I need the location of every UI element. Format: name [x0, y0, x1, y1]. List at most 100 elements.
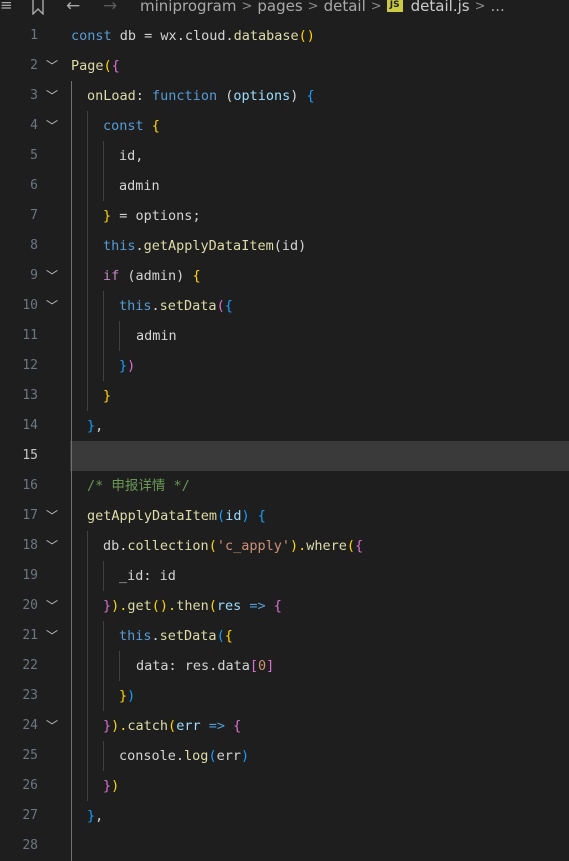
chevron-down-icon[interactable]: ﹀: [45, 299, 59, 313]
chevron-down-icon[interactable]: ﹀: [45, 59, 59, 73]
indent-guide: [87, 531, 88, 561]
indent-guide: [71, 351, 72, 381]
indent-guide: [103, 351, 104, 381]
code-line[interactable]: 25 console.log(err): [0, 741, 569, 771]
code-text: admin: [119, 178, 160, 194]
code-line[interactable]: 23 }): [0, 681, 569, 711]
indent-guide: [71, 591, 72, 621]
indent-guide: [71, 531, 72, 561]
code-line[interactable]: 14 },: [0, 411, 569, 441]
chevron-down-icon[interactable]: ﹀: [45, 599, 59, 613]
code-line[interactable]: 28: [0, 831, 569, 861]
code-text: }).catch(err => {: [103, 718, 242, 734]
indent-guide: [119, 651, 120, 681]
code-line[interactable]: 9 ﹀ if (admin) {: [0, 261, 569, 291]
line-number: 26: [22, 778, 38, 793]
code-line[interactable]: 11 admin: [0, 321, 569, 351]
chevron-down-icon[interactable]: ﹀: [45, 269, 59, 283]
code-line[interactable]: 2 ﹀ Page({: [0, 51, 569, 81]
code-text: db.collection('c_apply').where({: [103, 538, 364, 554]
indent-guide: [87, 321, 88, 351]
indent-guide: [71, 201, 72, 231]
indent-guide: [87, 561, 88, 591]
hamburger-icon[interactable]: ≡: [0, 0, 13, 14]
breadcrumb-more[interactable]: ...: [490, 0, 504, 15]
indent-guide: [103, 561, 104, 591]
code-line[interactable]: 17 ﹀ getApplyDataItem(id) {: [0, 501, 569, 531]
code-line[interactable]: 4 ﹀ const {: [0, 111, 569, 141]
code-line[interactable]: 7 } = options;: [0, 201, 569, 231]
chevron-down-icon[interactable]: ﹀: [45, 509, 59, 523]
code-text: /* 申报详情 */: [87, 478, 190, 494]
code-text: }: [103, 388, 112, 404]
code-line[interactable]: 22 data: res.data[0]: [0, 651, 569, 681]
code-line[interactable]: 8 this.getApplyDataItem(id): [0, 231, 569, 261]
indent-guide: [71, 231, 72, 261]
code-line[interactable]: 18 ﹀ db.collection('c_apply').where({: [0, 531, 569, 561]
indent-guide: [87, 741, 88, 771]
js-file-icon: JS: [386, 0, 403, 12]
chevron-down-icon[interactable]: ﹀: [45, 119, 59, 133]
indent-guide: [87, 111, 88, 141]
indent-guide: [71, 831, 72, 861]
line-number: 1: [30, 28, 38, 43]
indent-guide: [71, 681, 72, 711]
code-text: }): [119, 688, 136, 704]
bookmark-icon[interactable]: [31, 0, 45, 18]
code-text: },: [87, 418, 104, 434]
line-number: 5: [30, 148, 38, 163]
indent-guide: [87, 681, 88, 711]
code-line[interactable]: 10 ﹀ this.setData({: [0, 291, 569, 321]
indent-guide: [87, 381, 88, 411]
code-editor[interactable]: 1 const db = wx.cloud.database() 2 ﹀ Pag…: [0, 18, 569, 861]
code-text: if (admin) {: [103, 268, 201, 284]
indent-guide: [71, 111, 72, 141]
indent-guide: [87, 141, 88, 171]
line-number: 2: [30, 58, 38, 73]
code-line[interactable]: 27 },: [0, 801, 569, 831]
chevron-down-icon[interactable]: ﹀: [45, 89, 59, 103]
code-line[interactable]: 24 ﹀ }).catch(err => {: [0, 711, 569, 741]
code-line[interactable]: 19 _id: id: [0, 561, 569, 591]
breadcrumb-item-file[interactable]: detail.js: [411, 0, 470, 15]
arrow-right-icon[interactable]: →: [103, 0, 117, 16]
breadcrumb-item-detail[interactable]: detail: [324, 0, 366, 15]
code-line[interactable]: 21 ﹀ this.setData({: [0, 621, 569, 651]
line-number: 10: [22, 298, 38, 313]
chevron-down-icon[interactable]: ﹀: [45, 629, 59, 643]
line-number: 13: [22, 388, 38, 403]
code-text: Page({: [71, 58, 120, 74]
code-line[interactable]: 13 }: [0, 381, 569, 411]
code-line[interactable]: 16 /* 申报详情 */: [0, 471, 569, 501]
indent-guide: [103, 681, 104, 711]
chevron-right-icon: >: [241, 0, 253, 14]
line-number: 9: [30, 268, 38, 283]
code-line[interactable]: 3 ﹀ onLoad: function (options) {: [0, 81, 569, 111]
chevron-down-icon[interactable]: ﹀: [45, 539, 59, 553]
line-number: 12: [22, 358, 38, 373]
chevron-down-icon[interactable]: ﹀: [45, 719, 59, 733]
code-line[interactable]: 5 id,: [0, 141, 569, 171]
indent-guide: [71, 801, 72, 831]
breadcrumb-item-pages[interactable]: pages: [257, 0, 302, 15]
arrow-left-icon[interactable]: ←: [66, 0, 80, 16]
indent-guide: [103, 741, 104, 771]
breadcrumb-item-miniprogram[interactable]: miniprogram: [140, 0, 236, 15]
code-line[interactable]: 12 }): [0, 351, 569, 381]
indent-guide: [71, 651, 72, 681]
indent-guide: [71, 81, 72, 111]
code-line-current[interactable]: 15: [0, 441, 569, 471]
code-text: }): [119, 358, 136, 374]
indent-guide: [71, 261, 72, 291]
indent-guide: [87, 351, 88, 381]
indent-guide: [87, 291, 88, 321]
indent-guide: [71, 711, 72, 741]
line-number: 4: [30, 118, 38, 133]
code-line[interactable]: 20 ﹀ }).get().then(res => {: [0, 591, 569, 621]
code-line[interactable]: 1 const db = wx.cloud.database(): [0, 21, 569, 51]
code-line[interactable]: 6 admin: [0, 171, 569, 201]
code-line[interactable]: 26 }): [0, 771, 569, 801]
indent-guide: [103, 171, 104, 201]
chevron-right-icon: >: [474, 0, 486, 14]
line-number: 21: [22, 628, 38, 643]
